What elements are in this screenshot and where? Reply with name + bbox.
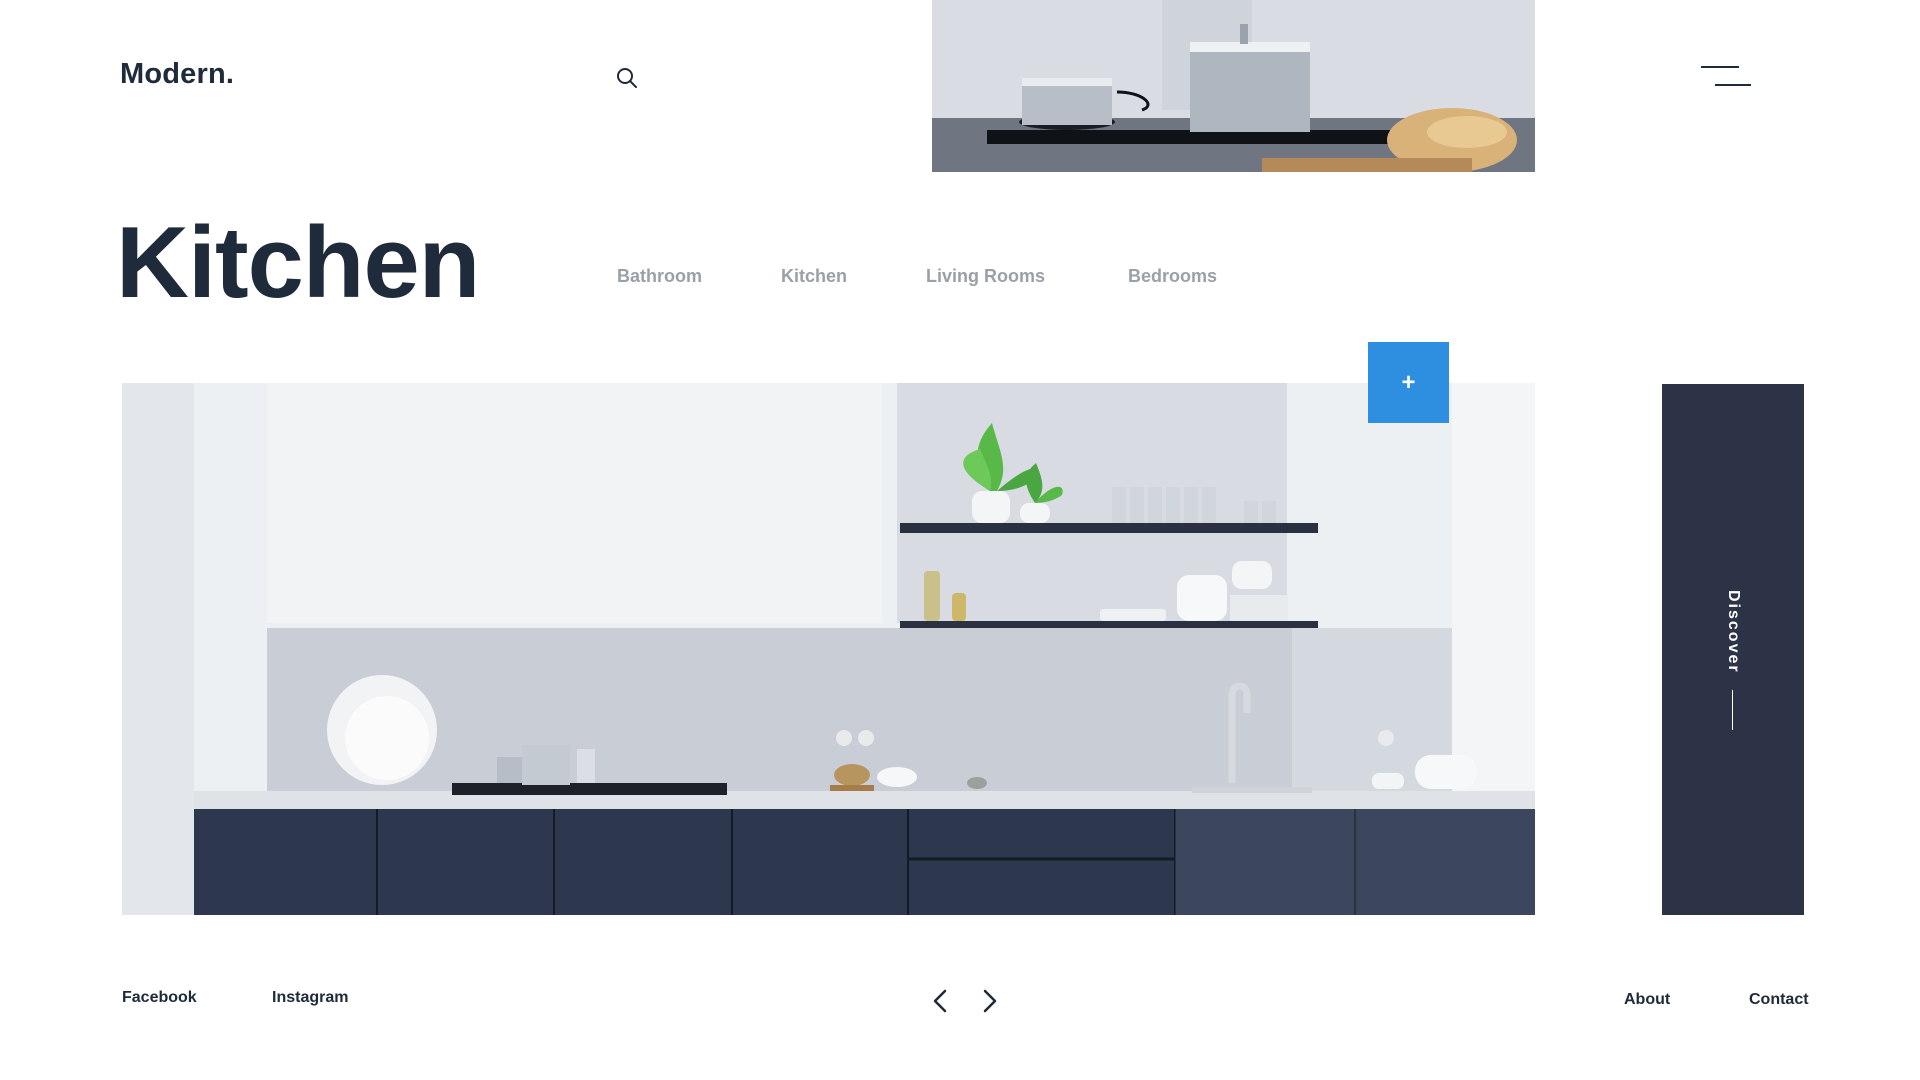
category-kitchen[interactable]: Kitchen [781, 266, 847, 287]
discover-label: Discover [1725, 590, 1742, 674]
kitchen-scene [122, 383, 1535, 915]
slider-prev-button[interactable] [930, 986, 950, 1016]
chevron-right-icon [983, 989, 997, 1013]
footer-link-contact[interactable]: Contact [1749, 991, 1809, 1009]
social-link-facebook[interactable]: Facebook [122, 989, 197, 1007]
search-icon [617, 68, 637, 88]
hamburger-menu-icon-line [1715, 84, 1751, 86]
search-button[interactable] [615, 66, 639, 90]
social-link-instagram[interactable]: Instagram [272, 989, 348, 1007]
kitchen-hero-image [122, 383, 1535, 915]
discover-panel[interactable]: Discover [1662, 384, 1804, 915]
category-nav: Bathroom Kitchen Living Rooms Bedrooms [617, 266, 1296, 287]
plus-icon: + [1401, 368, 1416, 396]
cookware-photo [932, 0, 1535, 172]
slider-next-button[interactable] [980, 986, 1000, 1016]
menu-button[interactable] [1701, 64, 1757, 90]
page-title: Kitchen [116, 207, 480, 319]
page: Modern. Kitchen Bathroom Kitchen Living … [0, 0, 1920, 1080]
chevron-left-icon [933, 989, 947, 1013]
discover-divider [1732, 690, 1733, 730]
hamburger-menu-icon [1701, 66, 1739, 68]
category-bathroom[interactable]: Bathroom [617, 266, 702, 287]
footer-link-about[interactable]: About [1624, 991, 1670, 1009]
category-bedrooms[interactable]: Bedrooms [1128, 266, 1217, 287]
category-living-rooms[interactable]: Living Rooms [926, 266, 1045, 287]
logo[interactable]: Modern. [120, 58, 234, 91]
header-cookware-image [932, 0, 1535, 172]
add-button[interactable]: + [1368, 342, 1449, 423]
